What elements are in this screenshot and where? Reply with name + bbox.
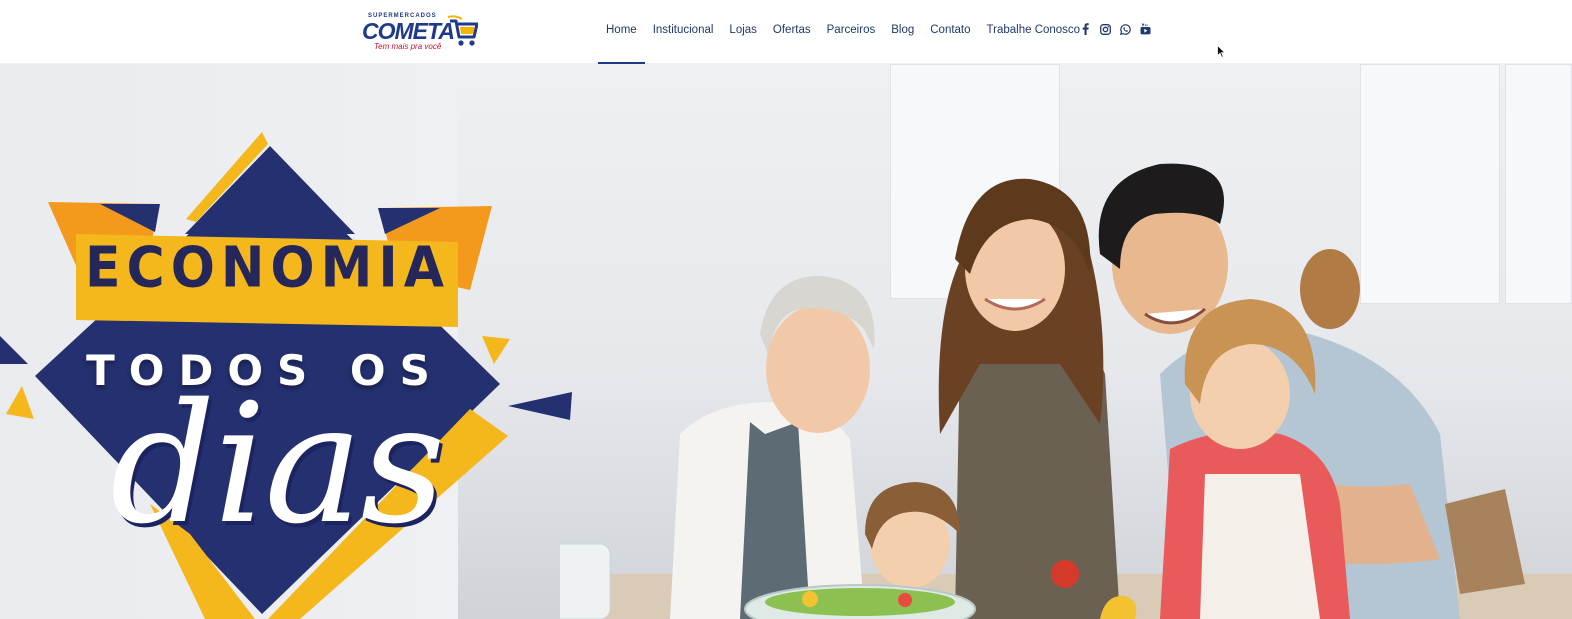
nav-item-lojas[interactable]: Lojas	[721, 0, 765, 64]
nav-item-home[interactable]: Home	[598, 0, 645, 64]
nav-item-contato[interactable]: Contato	[922, 0, 978, 64]
logo-tagline: Tem mais pra você	[374, 42, 442, 51]
cometa-logo[interactable]: SUPERMERCADOS COMETA Tem mais pra você	[362, 11, 478, 53]
mouse-pointer-icon	[1217, 45, 1226, 58]
nav-item-ofertas[interactable]: Ofertas	[765, 0, 819, 64]
hero-headline-dias: dias	[110, 368, 445, 560]
family-cooking-photo	[560, 163, 1572, 619]
hero-banner[interactable]: ECONOMIA TODOS OS dias	[0, 64, 1572, 619]
facebook-icon[interactable]	[1079, 22, 1091, 36]
main-navigation: Home Institucional Lojas Ofertas Parceir…	[598, 0, 1088, 64]
nav-item-trabalhe-conosco[interactable]: Trabalhe Conosco	[979, 0, 1089, 64]
logo-brand-name: COMETA	[362, 18, 455, 44]
youtube-icon[interactable]	[1139, 22, 1151, 36]
nav-item-blog[interactable]: Blog	[883, 0, 922, 64]
social-links	[1079, 22, 1151, 36]
hero-headline-economia: ECONOMIA	[85, 235, 450, 301]
site-header: SUPERMERCADOS COMETA Tem mais pra você H…	[0, 0, 1572, 64]
shopping-cart-icon	[448, 15, 478, 46]
instagram-icon[interactable]	[1099, 22, 1111, 36]
nav-item-institucional[interactable]: Institucional	[645, 0, 722, 64]
whatsapp-icon[interactable]	[1119, 22, 1131, 36]
nav-item-parceiros[interactable]: Parceiros	[819, 0, 884, 64]
